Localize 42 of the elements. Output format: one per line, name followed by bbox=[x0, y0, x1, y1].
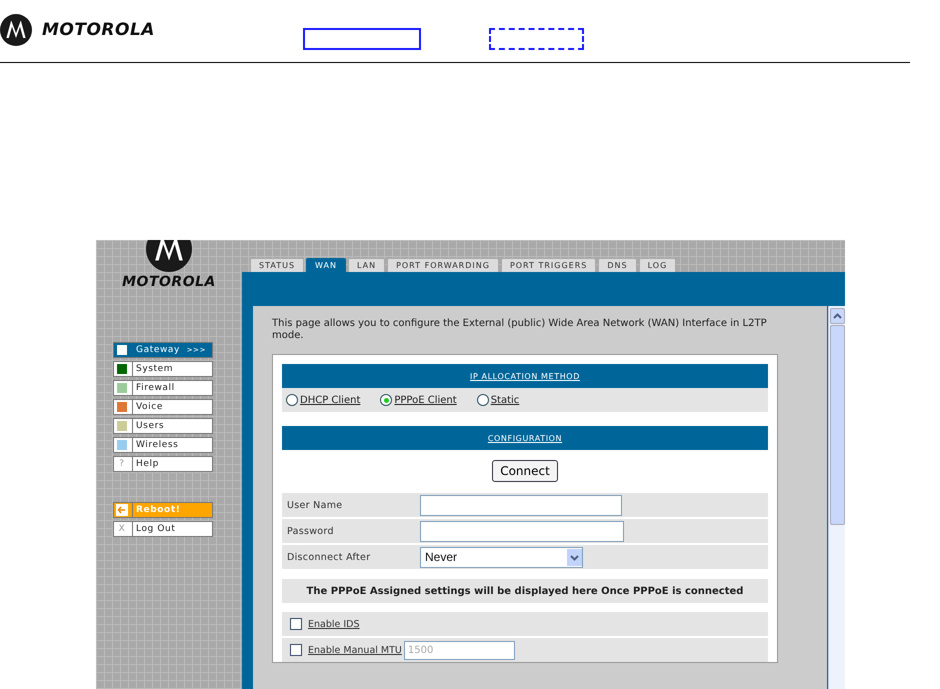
sidebar-item[interactable]: Firewall bbox=[113, 380, 213, 396]
radio-button[interactable] bbox=[286, 394, 298, 406]
field-label: User Name bbox=[286, 500, 344, 510]
checkbox[interactable] bbox=[290, 618, 302, 630]
dropdown-icon bbox=[567, 548, 582, 566]
notice-text: The PPPoE Assigned settings will be displayed here Once PPPoE is connected bbox=[282, 579, 768, 603]
tab[interactable]: LAN bbox=[348, 258, 386, 272]
tab[interactable]: LOG bbox=[638, 258, 676, 272]
intro-text: This page allows you to configure the External (public) Wide Area Network (WAN) Interface in L2TP mode. bbox=[272, 318, 768, 342]
field-label: Disconnect After bbox=[286, 552, 372, 562]
sidebar-item[interactable]: Wireless bbox=[113, 437, 213, 453]
checkbox-label[interactable]: Enable IDS bbox=[308, 618, 360, 630]
tab[interactable]: PORT TRIGGERS bbox=[500, 258, 596, 272]
radio-button[interactable] bbox=[476, 394, 489, 406]
tab[interactable]: STATUS bbox=[250, 258, 304, 272]
username-field[interactable] bbox=[420, 494, 622, 516]
sidebar-item[interactable]: Users bbox=[113, 418, 213, 434]
radio-option[interactable]: Static bbox=[476, 394, 520, 406]
tab[interactable]: WAN bbox=[306, 258, 346, 272]
radio-button[interactable] bbox=[380, 394, 392, 406]
glyph-icon: X bbox=[116, 524, 128, 534]
password-field[interactable] bbox=[420, 520, 624, 542]
scrollbar[interactable] bbox=[828, 306, 845, 689]
logo-icon bbox=[0, 14, 32, 46]
arrow-icon bbox=[116, 504, 128, 516]
section-title: IP ALLOCATION METHOD bbox=[470, 372, 580, 380]
logo-icon bbox=[146, 240, 192, 272]
tab[interactable]: PORT FORWARDING bbox=[387, 258, 499, 272]
glyph-icon: ? bbox=[116, 459, 128, 469]
section-title: CONFIGURATION bbox=[488, 434, 562, 442]
brand-name: MOTOROLA bbox=[42, 20, 155, 40]
disconnect-select[interactable]: Never bbox=[420, 546, 583, 568]
radio-option[interactable]: PPPoE Client bbox=[380, 394, 457, 406]
sidebar-item[interactable]: ? Help bbox=[113, 456, 213, 472]
sidebar-item[interactable]: Voice bbox=[113, 399, 213, 415]
logout-button[interactable]: X Log Out bbox=[113, 521, 213, 537]
radio-option[interactable]: DHCP Client bbox=[286, 394, 360, 406]
tab[interactable]: DNS bbox=[598, 258, 637, 272]
sidebar-item[interactable]: System bbox=[113, 361, 213, 377]
brand-name: MOTOROLA bbox=[122, 274, 216, 290]
field-label: Password bbox=[286, 526, 335, 536]
connect-button[interactable]: Connect bbox=[492, 460, 558, 482]
